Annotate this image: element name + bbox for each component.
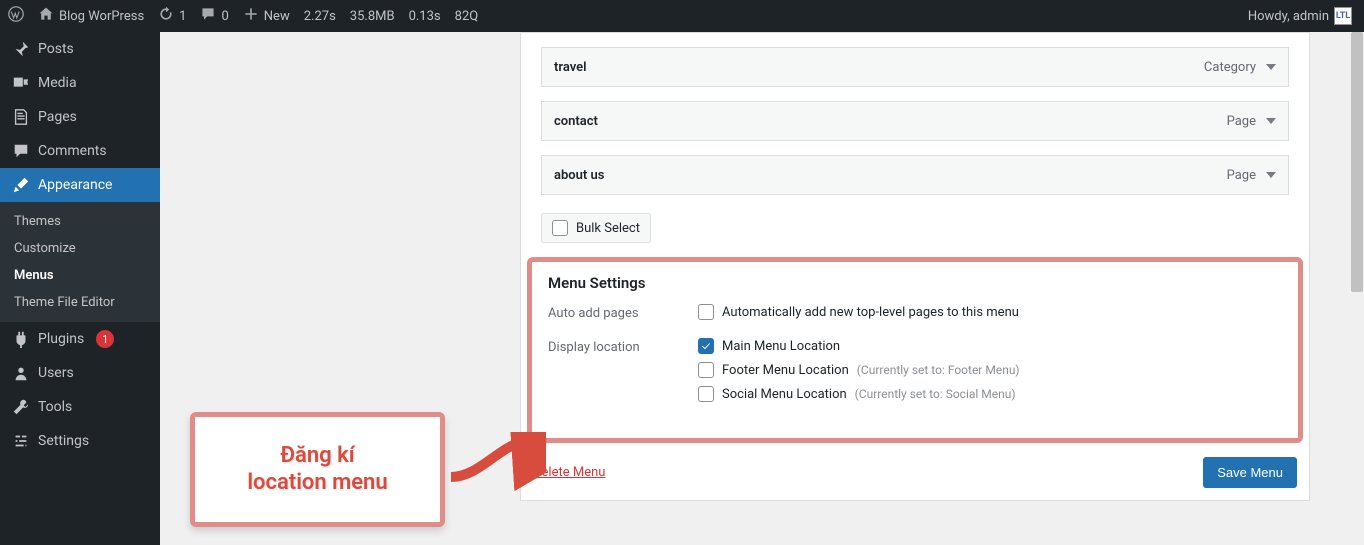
auto-add-label: Auto add pages [548,304,668,328]
stat-0[interactable]: 2.27s [304,9,336,24]
chevron-down-icon [1266,64,1276,70]
updates-link[interactable]: 1 [158,6,186,26]
admin-bar: Blog WorPress 1 0 New 2.27s 35.8MB 0.13s… [0,0,1364,32]
comments-count: 0 [221,9,228,24]
plugin-badge: 1 [96,330,114,348]
menu-settings-highlight: Menu Settings Auto add pages Automatical… [527,257,1303,443]
menu-item-label: about us [554,168,604,183]
annotation-line1: Đăng kí [280,443,354,469]
brush-icon [12,176,30,194]
annotation-box: Đăng kí location menu [190,412,445,527]
location-main-checkbox[interactable] [698,338,714,354]
sidebar-item-media[interactable]: Media [0,66,160,100]
stat-1[interactable]: 35.8MB [350,9,395,24]
menu-item[interactable]: contact Page [541,101,1289,141]
stat-3[interactable]: 82Q [455,9,479,24]
appearance-submenu: Themes Customize Menus Theme File Editor [0,202,160,322]
menu-item-type: Page [1227,114,1256,129]
submenu-menus[interactable]: Menus [0,262,160,289]
save-menu-button[interactable]: Save Menu [1203,457,1297,488]
tools-icon [12,398,30,416]
comments-icon [12,142,30,160]
display-location-label: Display location [548,338,668,410]
location-hint: (Currently set to: Footer Menu) [857,363,1020,377]
sidebar-item-comments[interactable]: Comments [0,134,160,168]
site-title: Blog WorPress [59,9,144,24]
bulk-select-button[interactable]: Bulk Select [541,213,651,243]
menu-item-label: contact [554,114,598,129]
updates-count: 1 [179,9,186,24]
howdy-label: Howdy, admin [1248,9,1329,24]
sidebar-label: Comments [38,143,107,159]
location-label: Footer Menu Location [722,363,849,378]
scrollbar-thumb[interactable] [1351,32,1363,292]
location-label: Social Menu Location [722,387,847,402]
sidebar-label: Appearance [38,177,112,193]
sidebar-item-pages[interactable]: Pages [0,100,160,134]
sidebar-item-appearance[interactable]: Appearance [0,168,160,202]
admin-sidebar: Posts Media Pages Comments Appearance Th… [0,32,160,545]
sidebar-item-plugins[interactable]: Plugins 1 [0,322,160,356]
sidebar-label: Media [38,75,77,91]
menu-item-label: travel [554,60,587,75]
location-label: Main Menu Location [722,339,840,354]
menu-item[interactable]: about us Page [541,155,1289,195]
sidebar-item-posts[interactable]: Posts [0,32,160,66]
bulk-select-checkbox[interactable] [552,220,568,236]
menu-item-type: Category [1204,60,1256,75]
stat-2[interactable]: 0.13s [409,9,441,24]
menu-item-type: Page [1227,168,1256,183]
sidebar-label: Tools [38,399,72,415]
page-icon [12,108,30,126]
submenu-themes[interactable]: Themes [0,208,160,235]
annotation-line2: location menu [247,470,387,496]
media-icon [12,74,30,92]
annotation-arrow-icon [446,432,546,492]
submenu-customize[interactable]: Customize [0,235,160,262]
sidebar-item-users[interactable]: Users [0,356,160,390]
new-link[interactable]: New [243,6,290,26]
location-footer-checkbox[interactable] [698,362,714,378]
site-link[interactable]: Blog WorPress [38,6,144,26]
sidebar-label: Pages [38,109,77,125]
sidebar-label: Plugins [38,331,84,347]
users-icon [12,364,30,382]
menu-item[interactable]: travel Category [541,47,1289,87]
menu-settings-heading: Menu Settings [548,274,1282,292]
chevron-down-icon [1266,118,1276,124]
sidebar-label: Settings [38,433,89,449]
bulk-select-label: Bulk Select [576,221,640,236]
pin-icon [12,40,30,58]
location-social-checkbox[interactable] [698,386,714,402]
chevron-down-icon [1266,172,1276,178]
scrollbar[interactable] [1350,32,1364,545]
settings-icon [12,432,30,450]
comments-link[interactable]: 0 [200,6,228,26]
howdy-link[interactable]: Howdy, admin LTL [1248,7,1352,25]
avatar: LTL [1334,7,1352,25]
submenu-theme-editor[interactable]: Theme File Editor [0,289,160,316]
sidebar-item-settings[interactable]: Settings [0,424,160,458]
auto-add-checkbox[interactable] [698,304,714,320]
menu-structure-box: travel Category contact Page about us Pa… [520,32,1310,501]
wp-logo[interactable] [8,6,24,26]
sidebar-label: Posts [38,41,74,57]
main-content: travel Category contact Page about us Pa… [160,32,1350,545]
plugin-icon [12,330,30,348]
sidebar-label: Users [38,365,74,381]
location-hint: (Currently set to: Social Menu) [855,387,1016,401]
sidebar-item-tools[interactable]: Tools [0,390,160,424]
auto-add-option-label: Automatically add new top-level pages to… [722,305,1019,320]
new-label: New [264,9,290,24]
